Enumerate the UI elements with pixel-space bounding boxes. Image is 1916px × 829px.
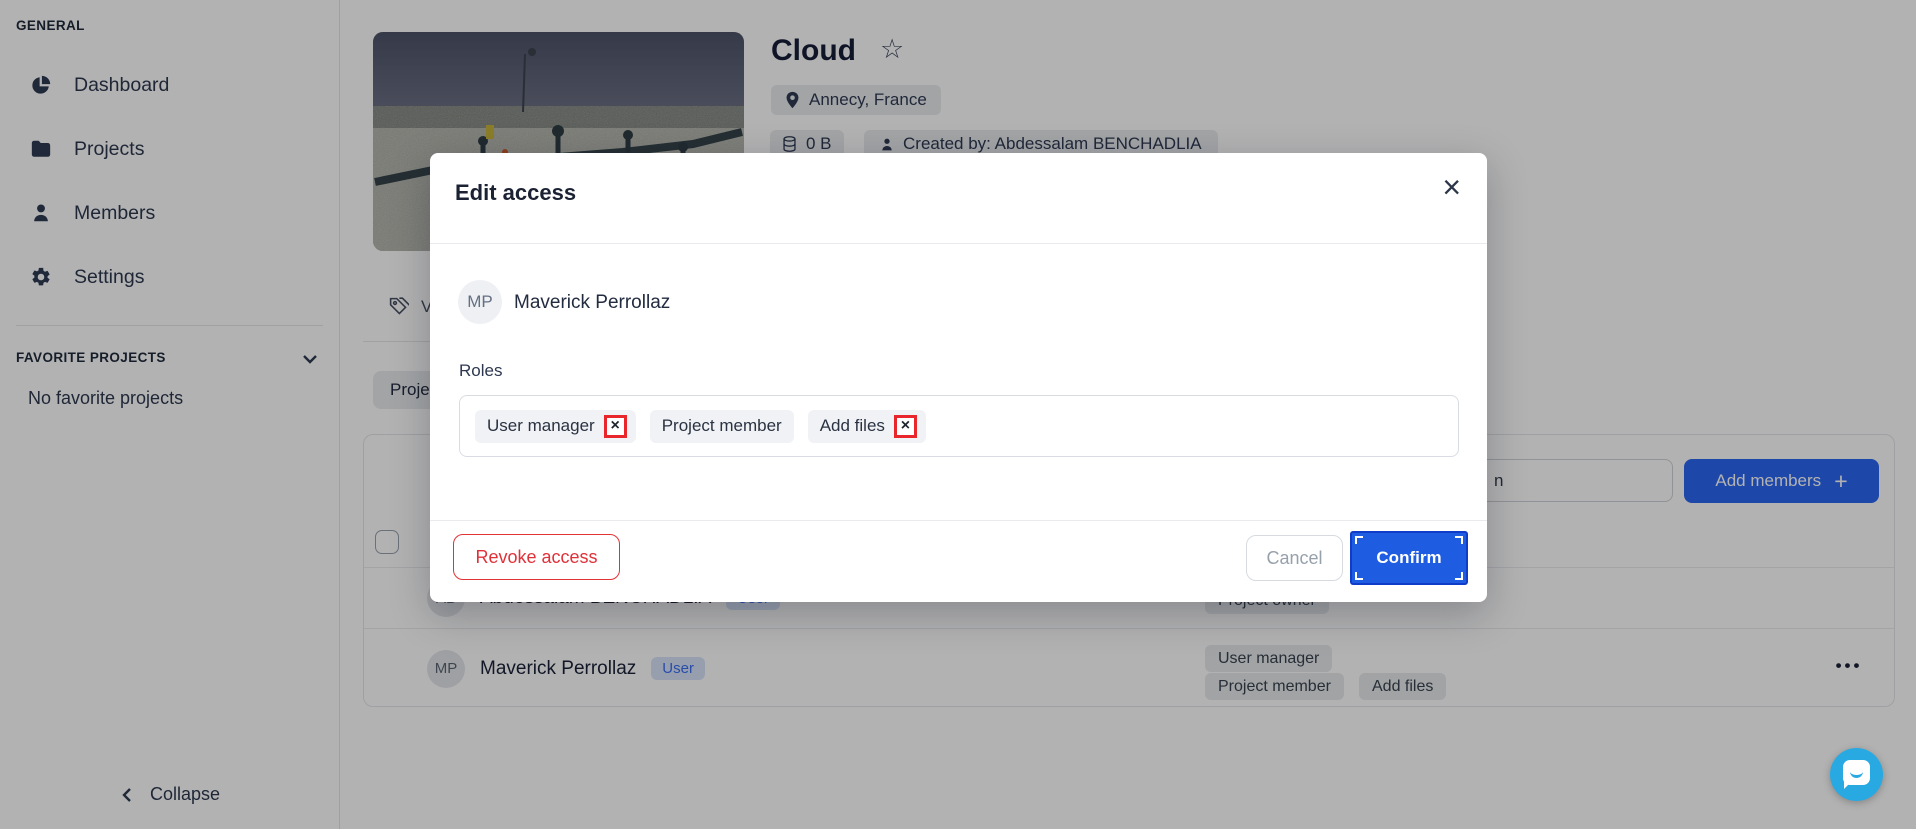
- edit-access-modal: Edit access × MP Maverick Perrollaz Role…: [430, 153, 1487, 602]
- chat-launcher-button[interactable]: [1830, 748, 1883, 801]
- roles-multiselect[interactable]: User manager × Project member Add files …: [459, 395, 1459, 457]
- modal-user-name: Maverick Perrollaz: [514, 289, 670, 316]
- confirm-button[interactable]: Confirm: [1350, 531, 1468, 585]
- role-chip: User manager ×: [475, 410, 636, 443]
- modal-header-divider: [430, 243, 1487, 244]
- remove-role-icon[interactable]: ×: [894, 415, 917, 438]
- avatar: MP: [458, 280, 502, 324]
- role-chip: Project member: [650, 410, 794, 443]
- role-chip-label: Project member: [662, 416, 782, 436]
- revoke-access-button[interactable]: Revoke access: [453, 534, 620, 580]
- modal-footer-divider: [430, 520, 1487, 521]
- remove-role-icon[interactable]: ×: [604, 415, 627, 438]
- cancel-button[interactable]: Cancel: [1246, 535, 1343, 581]
- role-chip: Add files ×: [808, 410, 926, 443]
- role-chip-label: Add files: [820, 416, 885, 436]
- role-chip-label: User manager: [487, 416, 595, 436]
- chat-bubble-icon: [1843, 760, 1870, 785]
- roles-label: Roles: [459, 361, 502, 381]
- confirm-label: Confirm: [1376, 548, 1441, 568]
- modal-title: Edit access: [455, 180, 576, 206]
- chat-smile-icon: [1850, 771, 1863, 778]
- close-icon[interactable]: ×: [1442, 171, 1461, 203]
- app: GENERAL Dashboard Projects Members Setti…: [0, 0, 1916, 829]
